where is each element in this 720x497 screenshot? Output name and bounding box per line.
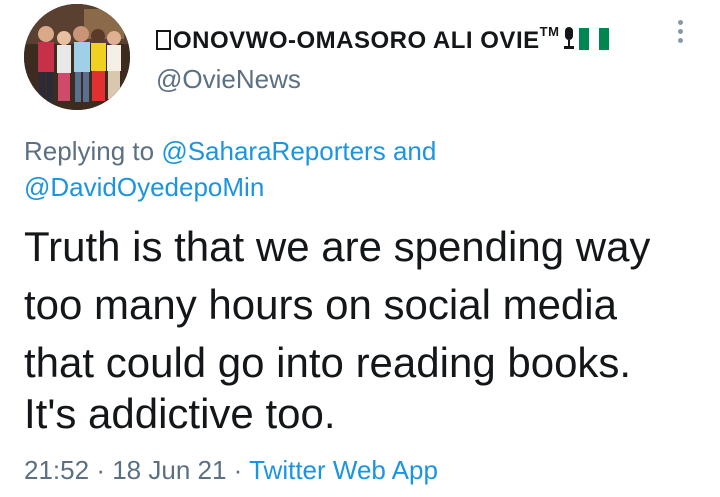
username-handle[interactable]: @OvieNews xyxy=(156,62,301,96)
replying-to-label: Replying to xyxy=(24,136,155,166)
replying-to-line: Replying to @SaharaReporters and xyxy=(24,133,436,169)
more-options-icon[interactable] xyxy=(670,16,690,50)
meta-separator-2: · xyxy=(233,455,243,485)
mention-davidoyedepomin[interactable]: @DavidOyedepoMin xyxy=(24,172,264,202)
group-photo-avatar-icon xyxy=(24,4,130,110)
tweet-text-line-1: Truth is that we are spending way xyxy=(24,223,651,270)
mention-saharareporters[interactable]: @SaharaReporters xyxy=(161,136,385,166)
tweet-source-link[interactable]: Twitter Web App xyxy=(249,455,438,485)
mention-conjunction: and xyxy=(392,136,437,166)
display-name-text: onovwo-omasoro ali ovie xyxy=(173,27,540,54)
tweet-text-line-3: that could go into reading books. xyxy=(24,339,632,386)
tweet-time[interactable]: 21:52 xyxy=(24,455,89,485)
tweet-date[interactable]: 18 Jun 21 xyxy=(112,455,226,485)
tweet-text-line-4: It's addictive too. xyxy=(24,390,336,437)
missing-glyph-icon xyxy=(156,30,171,50)
trademark-mark: TM xyxy=(539,24,560,39)
tweet-text-line-2: too many hours on social media xyxy=(24,281,617,328)
tweet-metadata: 21:52 · 18 Jun 21 · Twitter Web App xyxy=(24,452,438,488)
nigeria-flag-icon xyxy=(579,28,610,50)
avatar[interactable] xyxy=(24,4,130,110)
tweet-card: onovwo-omasoro ali ovieTM @OvieNews Repl… xyxy=(0,0,720,497)
meta-separator-1: · xyxy=(96,455,105,485)
microphone-icon xyxy=(564,27,575,49)
replying-to-line-2: @DavidOyedepoMin xyxy=(24,169,264,205)
display-name[interactable]: onovwo-omasoro ali ovieTM xyxy=(156,16,610,57)
